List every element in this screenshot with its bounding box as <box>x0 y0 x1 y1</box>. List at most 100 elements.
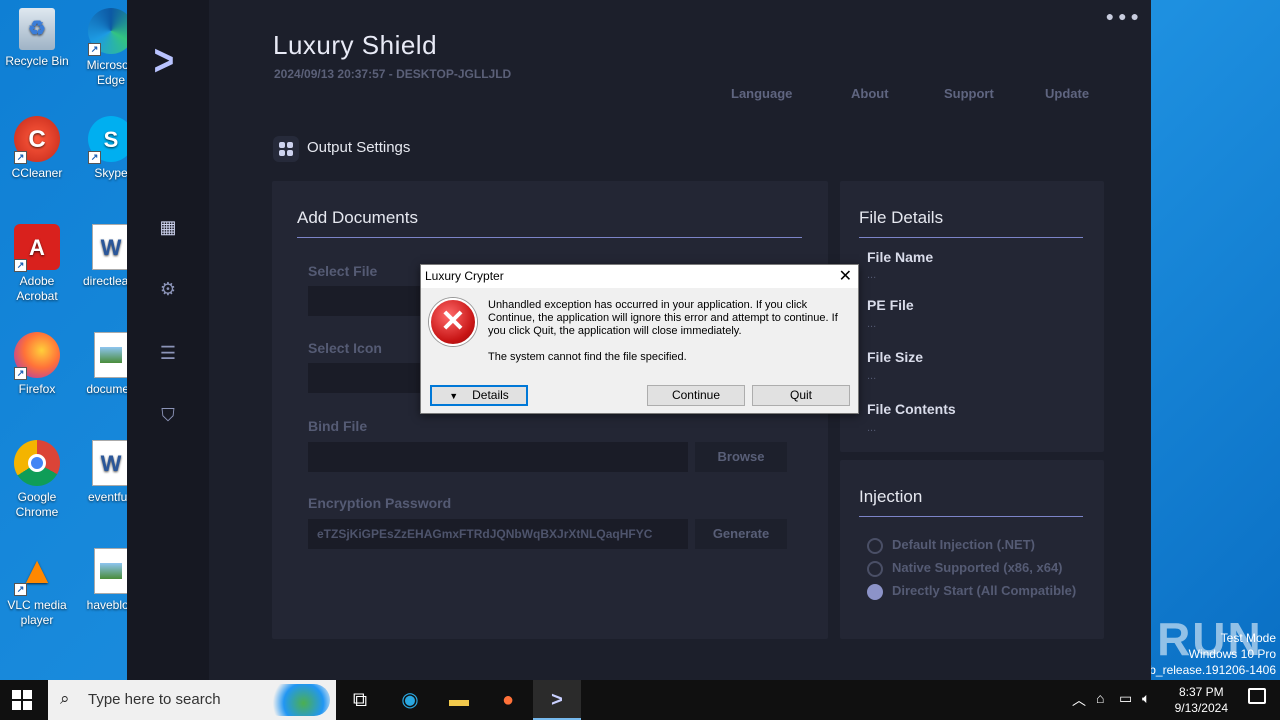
chrome-icon <box>14 440 60 486</box>
windows-start-icon[interactable] <box>12 690 32 710</box>
dialog-titlebar: Luxury Crypter ✕ <box>421 265 858 288</box>
search-highlight-icon <box>264 684 330 716</box>
encryption-password-input[interactable]: eTZSjKiGPEsZzEHAGmxFTRdJQNbWqBXJrXtNLQaq… <box>308 519 688 549</box>
recycle-bin-icon: ♻ <box>19 8 55 50</box>
encryption-password-label: Encryption Password <box>308 495 452 511</box>
radio-label: Default Injection (.NET) <box>892 537 1035 552</box>
app-logo-icon: > <box>153 36 175 85</box>
vlc-icon: ▲ ↗ <box>14 548 60 596</box>
desktop-icon-adobe-acrobat[interactable]: A ↗ Adobe Acrobat <box>0 224 74 304</box>
generate-button[interactable]: Generate <box>695 519 787 549</box>
desktop-icon-google-chrome[interactable]: Google Chrome <box>0 440 74 520</box>
error-message: Unhandled exception has occurred in your… <box>488 299 838 337</box>
radio-label: Directly Start (All Compatible) <box>892 583 1077 598</box>
file-details-panel: File Details File Name ... PE File ... F… <box>840 181 1104 452</box>
radio-native-supported[interactable]: Native Supported (x86, x64) <box>867 560 1063 577</box>
desktop-icon-label: VLC media player <box>7 598 67 627</box>
volume-icon[interactable]: 🔈︎ <box>1142 690 1150 707</box>
radio-default-injection[interactable]: Default Injection (.NET) <box>867 537 1035 554</box>
close-icon[interactable]: ✕ <box>839 266 852 286</box>
dialog-title: Luxury Crypter <box>425 269 504 283</box>
details-button[interactable]: ▼ Details <box>430 385 528 406</box>
ccleaner-icon: C ↗ <box>14 116 60 164</box>
pe-file-value: ... <box>867 318 877 330</box>
app-title: Luxury Shield <box>273 30 438 60</box>
image-file-icon <box>94 548 128 594</box>
desktop-icon-label: Adobe Acrobat <box>16 274 58 303</box>
desktop-icon-label: CCleaner <box>11 166 63 180</box>
select-file-label: Select File <box>308 263 378 279</box>
gear-icon[interactable]: ⚙ <box>157 278 179 300</box>
firefox-icon: ↗ <box>14 332 60 380</box>
file-contents-value: ... <box>867 422 877 434</box>
app-sidebar: > ▦ ⚙ ☰ ⛉ <box>127 0 209 680</box>
radio-circle <box>867 560 883 577</box>
firefox-taskbar-icon[interactable]: ● <box>484 680 532 720</box>
continue-button[interactable]: Continue <box>647 385 745 406</box>
app-subtitle: 2024/09/13 20:37:57 - DESKTOP-JGLLJLD <box>274 67 512 81</box>
file-explorer-icon[interactable]: ▬ <box>435 680 483 720</box>
search-placeholder: Type here to search <box>88 691 221 708</box>
desktop-icon-label: Google Chrome <box>15 490 59 519</box>
task-view-icon[interactable]: ⧉ <box>336 680 384 720</box>
panel-title: File Details <box>859 208 944 227</box>
desktop-icon-ccleaner[interactable]: C ↗ CCleaner <box>0 116 74 181</box>
divider <box>859 516 1083 517</box>
test-mode-watermark: Test Mode Windows 10 Pro vb_release.1912… <box>1143 630 1276 678</box>
watermark-line: vb_release.191206-1406 <box>1143 663 1276 677</box>
bind-file-label: Bind File <box>308 418 368 434</box>
taskbar-search-box[interactable]: ⌕ Type here to search <box>48 680 336 720</box>
panel-title: Add Documents <box>297 208 418 227</box>
tray-chevron-icon[interactable]: ︿ <box>1072 690 1086 710</box>
network-icon[interactable]: ⌂ <box>1096 690 1104 706</box>
grid-icon <box>273 136 299 162</box>
desktop-icon-recycle-bin[interactable]: ♻ Recycle Bin <box>0 8 74 69</box>
desktop-icon-firefox[interactable]: ↗ Firefox <box>0 332 74 397</box>
list-icon[interactable]: ☰ <box>157 342 179 364</box>
clock-date: 9/13/2024 <box>1174 701 1228 715</box>
file-name-value: ... <box>867 269 877 281</box>
acrobat-icon: A ↗ <box>14 224 60 272</box>
notification-icon[interactable] <box>1248 688 1266 704</box>
error-dialog: Luxury Crypter ✕ ✕ Unhandled exception h… <box>420 264 859 414</box>
nav-about[interactable]: About <box>851 86 889 101</box>
word-document-icon: W <box>92 224 130 270</box>
watermark-line: Test Mode <box>1220 631 1276 645</box>
nav-update[interactable]: Update <box>1045 86 1089 101</box>
injection-panel: Injection Default Injection (.NET) Nativ… <box>840 460 1104 639</box>
monitor-icon[interactable]: ▭ <box>1119 690 1132 707</box>
watermark-line: Windows 10 Pro <box>1188 647 1276 661</box>
file-contents-key: File Contents <box>867 401 956 417</box>
more-options-icon[interactable]: ●●● <box>1106 8 1143 24</box>
search-icon: ⌕ <box>60 689 70 708</box>
radio-circle-selected <box>867 583 883 600</box>
section-title: Output Settings <box>307 139 411 156</box>
nav-language[interactable]: Language <box>731 86 792 101</box>
panel-title: Injection <box>859 487 923 506</box>
luxury-shield-taskbar-icon[interactable]: > <box>533 680 581 720</box>
desktop-icon-vlc[interactable]: ▲ ↗ VLC media player <box>0 548 74 628</box>
word-document-icon: W <box>92 440 130 486</box>
shield-icon[interactable]: ⛉ <box>157 404 179 426</box>
divider <box>297 237 802 238</box>
browse-button[interactable]: Browse <box>695 442 787 472</box>
taskbar: ⌕ Type here to search ⧉ ◉ ▬ ● > ︿ ⌂ ▭ 🔈︎… <box>0 680 1280 720</box>
quit-button[interactable]: Quit <box>752 385 850 406</box>
desktop-icon-label: Skype <box>94 166 128 180</box>
edge-taskbar-icon[interactable]: ◉ <box>386 680 434 720</box>
pe-file-key: PE File <box>867 297 914 313</box>
radio-label: Native Supported (x86, x64) <box>892 560 1063 575</box>
image-file-icon <box>94 332 128 378</box>
tray-clock[interactable]: 8:37 PM 9/13/2024 <box>1175 684 1228 716</box>
file-size-key: File Size <box>867 349 924 365</box>
file-size-value: ... <box>867 370 877 382</box>
error-detail: The system cannot find the file specifie… <box>488 351 687 363</box>
radio-directly-start[interactable]: Directly Start (All Compatible) <box>867 583 1076 600</box>
error-icon: ✕ <box>429 298 477 346</box>
file-name-key: File Name <box>867 249 934 265</box>
details-label: Details <box>472 388 509 402</box>
dashboard-icon[interactable]: ▦ <box>157 216 179 238</box>
nav-support[interactable]: Support <box>944 86 994 101</box>
bind-file-input[interactable] <box>308 442 688 472</box>
chevron-down-icon: ▼ <box>449 391 459 401</box>
